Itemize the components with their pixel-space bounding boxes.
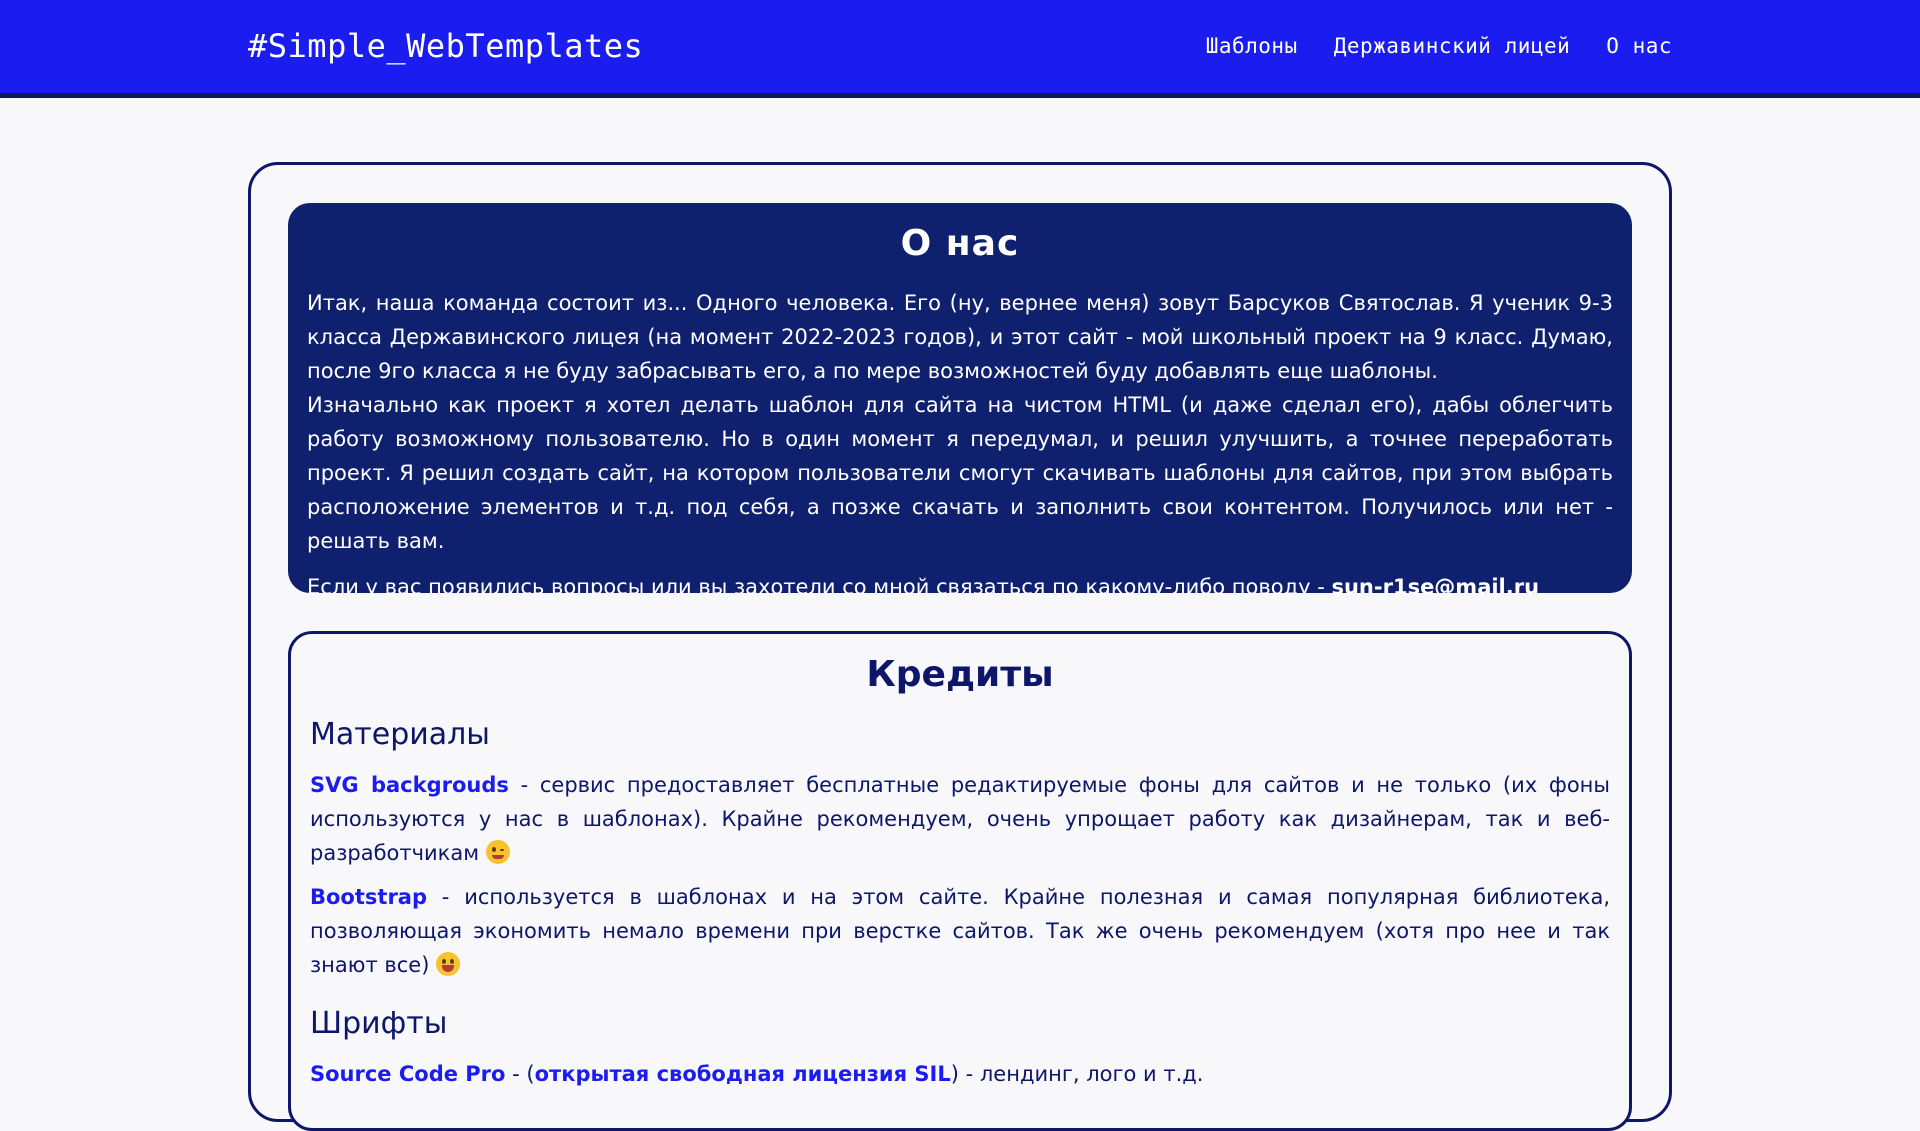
- bootstrap-description: - используется в шаблонах и на этом сайт…: [310, 885, 1610, 977]
- font-separator-1: - (: [505, 1062, 535, 1086]
- contact-text: Если у вас появились вопросы или вы захо…: [307, 575, 1332, 599]
- bootstrap-link[interactable]: Bootstrap: [310, 885, 427, 909]
- about-title: О нас: [900, 223, 1020, 264]
- top-navbar: #Simple_WebTemplates Шаблоны Державински…: [0, 0, 1920, 98]
- winking-face-icon: [485, 840, 510, 864]
- about-card: О нас Итак, наша команда состоит из... О…: [288, 203, 1632, 599]
- grinning-face-icon: [436, 952, 461, 976]
- nav-link-about[interactable]: О нас: [1606, 34, 1672, 58]
- credits-title: Кредиты: [866, 654, 1054, 695]
- font-credit: Source Code Pro - (открытая свободная ли…: [310, 1057, 1610, 1091]
- sil-license-link[interactable]: открытая свободная лицензия SIL: [535, 1062, 951, 1086]
- contact-email-link[interactable]: sun-r1se@mail.ru: [1331, 575, 1539, 599]
- nav-links: Шаблоны Державинский лицей О нас: [1206, 34, 1672, 58]
- svg-backgrounds-link[interactable]: SVG backgrouds: [310, 773, 509, 797]
- nav-link-lyceum[interactable]: Державинский лицей: [1334, 34, 1571, 58]
- nav-link-templates[interactable]: Шаблоны: [1206, 34, 1298, 58]
- credits-card: Кредиты Материалы SVG backgrouds - серви…: [288, 631, 1632, 1131]
- about-paragraph-2: Изначально как проект я хотел делать шаб…: [307, 393, 1613, 553]
- materials-title: Материалы: [310, 717, 490, 752]
- brand-logo[interactable]: #Simple_WebTemplates: [248, 27, 643, 65]
- about-contact: Если у вас появились вопросы или вы захо…: [307, 570, 1613, 604]
- svg-backgrounds-credit: SVG backgrouds - сервис предоставляет бе…: [310, 768, 1610, 870]
- source-code-pro-link[interactable]: Source Code Pro: [310, 1062, 505, 1086]
- fonts-title: Шрифты: [310, 1006, 448, 1041]
- bootstrap-credit: Bootstrap - используется в шаблонах и на…: [310, 880, 1610, 982]
- about-paragraph-1: Итак, наша команда состоит из... Одного …: [307, 291, 1613, 383]
- font-separator-2: ) - лендинг, лого и т.д.: [950, 1062, 1204, 1086]
